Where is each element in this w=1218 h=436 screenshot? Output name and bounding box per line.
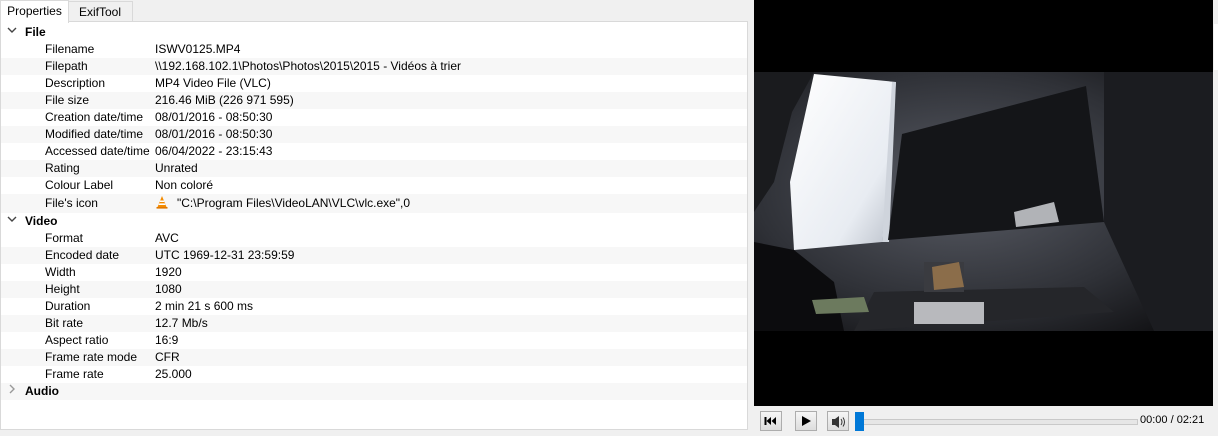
chevron-down-icon[interactable] bbox=[6, 24, 18, 41]
tab-exiftool[interactable]: ExifTool bbox=[67, 1, 133, 22]
tab-properties[interactable]: Properties bbox=[0, 0, 69, 23]
property-value: CFR bbox=[155, 350, 180, 364]
table-row[interactable]: Filename ISWV0125.MP4 bbox=[1, 41, 747, 58]
property-key: Description bbox=[45, 76, 106, 90]
table-row[interactable]: Description MP4 Video File (VLC) bbox=[1, 75, 747, 92]
table-row[interactable]: Width 1920 bbox=[1, 264, 747, 281]
property-key: Width bbox=[45, 265, 76, 279]
property-value: AVC bbox=[155, 231, 179, 245]
property-key: Duration bbox=[45, 299, 91, 313]
property-key: Colour Label bbox=[45, 178, 114, 192]
play-icon bbox=[802, 416, 811, 426]
property-value: Unrated bbox=[155, 161, 198, 175]
vlc-cone-icon bbox=[156, 196, 168, 209]
property-value: 25.000 bbox=[155, 367, 192, 381]
table-row[interactable]: Format AVC bbox=[1, 230, 747, 247]
properties-tree[interactable]: File Filename ISWV0125.MP4 Filepath \\192.… bbox=[0, 21, 748, 430]
property-value: MP4 Video File (VLC) bbox=[155, 76, 271, 90]
table-row[interactable]: Frame rate mode CFR bbox=[1, 349, 747, 366]
table-row[interactable]: Encoded date UTC 1969-12-31 23:59:59 bbox=[1, 247, 747, 264]
property-key: Rating bbox=[45, 161, 80, 175]
properties-panel: Properties ExifTool File Filename ISWV012… bbox=[0, 0, 750, 436]
property-key: Aspect ratio bbox=[45, 333, 109, 347]
property-key: Filename bbox=[45, 42, 95, 56]
property-value: 1920 bbox=[155, 265, 182, 279]
icon-path: "C:\Program Files\VideoLAN\VLC\vlc.exe",… bbox=[177, 196, 411, 210]
play-button[interactable] bbox=[795, 411, 817, 431]
table-row[interactable]: Filepath \\192.168.102.1\Photos\Photos\20… bbox=[1, 58, 747, 75]
chevron-down-icon[interactable] bbox=[6, 213, 18, 230]
property-key: Frame rate bbox=[45, 367, 104, 381]
volume-button[interactable] bbox=[827, 411, 849, 431]
seek-bar[interactable] bbox=[856, 419, 1138, 425]
seek-handle[interactable] bbox=[855, 412, 864, 431]
table-row[interactable]: Modified date/time 08/01/2016 - 08:50:30 bbox=[1, 126, 747, 143]
table-row[interactable]: Height 1080 bbox=[1, 281, 747, 298]
tab-bar: Properties ExifTool bbox=[0, 0, 750, 23]
property-value: 1080 bbox=[155, 282, 182, 296]
property-key: Filepath bbox=[45, 59, 88, 73]
group-label: File bbox=[25, 25, 46, 39]
group-label: Video bbox=[25, 214, 58, 228]
property-key: Creation date/time bbox=[45, 110, 144, 124]
property-key: Accessed date/time bbox=[45, 144, 150, 158]
scrollbar-stub bbox=[1214, 24, 1218, 70]
table-row[interactable]: Aspect ratio 16:9 bbox=[1, 332, 747, 349]
table-row[interactable]: Duration 2 min 21 s 600 ms bbox=[1, 298, 747, 315]
player-controls: 00:00 / 02:21 bbox=[754, 407, 1218, 436]
property-key: Encoded date bbox=[45, 248, 120, 262]
table-row[interactable]: File size 216.46 MiB (226 971 595) bbox=[1, 92, 747, 109]
time-display: 00:00 / 02:21 bbox=[1140, 414, 1205, 426]
property-value: \\192.168.102.1\Photos\Photos\2015\2015 … bbox=[155, 59, 461, 73]
table-row[interactable]: Accessed date/time 06/04/2022 - 23:15:43 bbox=[1, 143, 747, 160]
group-label: Audio bbox=[25, 384, 59, 398]
property-value: Non coloré bbox=[155, 178, 214, 192]
table-row[interactable]: Frame rate 25.000 bbox=[1, 366, 747, 383]
property-key: Height bbox=[45, 282, 80, 296]
property-value: UTC 1969-12-31 23:59:59 bbox=[155, 248, 295, 262]
group-audio[interactable]: Audio bbox=[1, 383, 747, 400]
video-area[interactable] bbox=[754, 0, 1213, 406]
property-key: File size bbox=[45, 93, 90, 107]
property-value: 2 min 21 s 600 ms bbox=[155, 299, 254, 313]
group-video[interactable]: Video bbox=[1, 213, 747, 230]
skip-back-icon bbox=[764, 417, 776, 425]
group-file[interactable]: File bbox=[1, 24, 747, 41]
property-value: ISWV0125.MP4 bbox=[155, 42, 241, 56]
property-value: 08/01/2016 - 08:50:30 bbox=[155, 110, 273, 124]
table-row[interactable]: Rating Unrated bbox=[1, 160, 747, 177]
property-value: 06/04/2022 - 23:15:43 bbox=[155, 144, 273, 158]
property-key: Frame rate mode bbox=[45, 350, 138, 364]
table-row[interactable]: File's icon "C:\Program Files\VideoLAN\VL… bbox=[1, 194, 747, 213]
property-key: Bit rate bbox=[45, 316, 84, 330]
volume-icon bbox=[832, 416, 845, 428]
property-key: Format bbox=[45, 231, 84, 245]
chevron-right-icon[interactable] bbox=[6, 383, 18, 400]
property-key: Modified date/time bbox=[45, 127, 144, 141]
video-frame bbox=[754, 72, 1213, 331]
video-preview-panel: 00:00 / 02:21 bbox=[754, 0, 1218, 436]
table-row[interactable]: Creation date/time 08/01/2016 - 08:50:30 bbox=[1, 109, 747, 126]
property-value: "C:\Program Files\VideoLAN\VLC\vlc.exe",… bbox=[155, 194, 410, 213]
property-key: File's icon bbox=[45, 196, 98, 210]
skip-back-button[interactable] bbox=[760, 411, 782, 431]
property-value: 216.46 MiB (226 971 595) bbox=[155, 93, 294, 107]
property-value: 16:9 bbox=[155, 333, 179, 347]
table-row[interactable]: Bit rate 12.7 Mb/s bbox=[1, 315, 747, 332]
property-value: 08/01/2016 - 08:50:30 bbox=[155, 127, 273, 141]
property-value: 12.7 Mb/s bbox=[155, 316, 208, 330]
table-row[interactable]: Colour Label Non coloré bbox=[1, 177, 747, 194]
